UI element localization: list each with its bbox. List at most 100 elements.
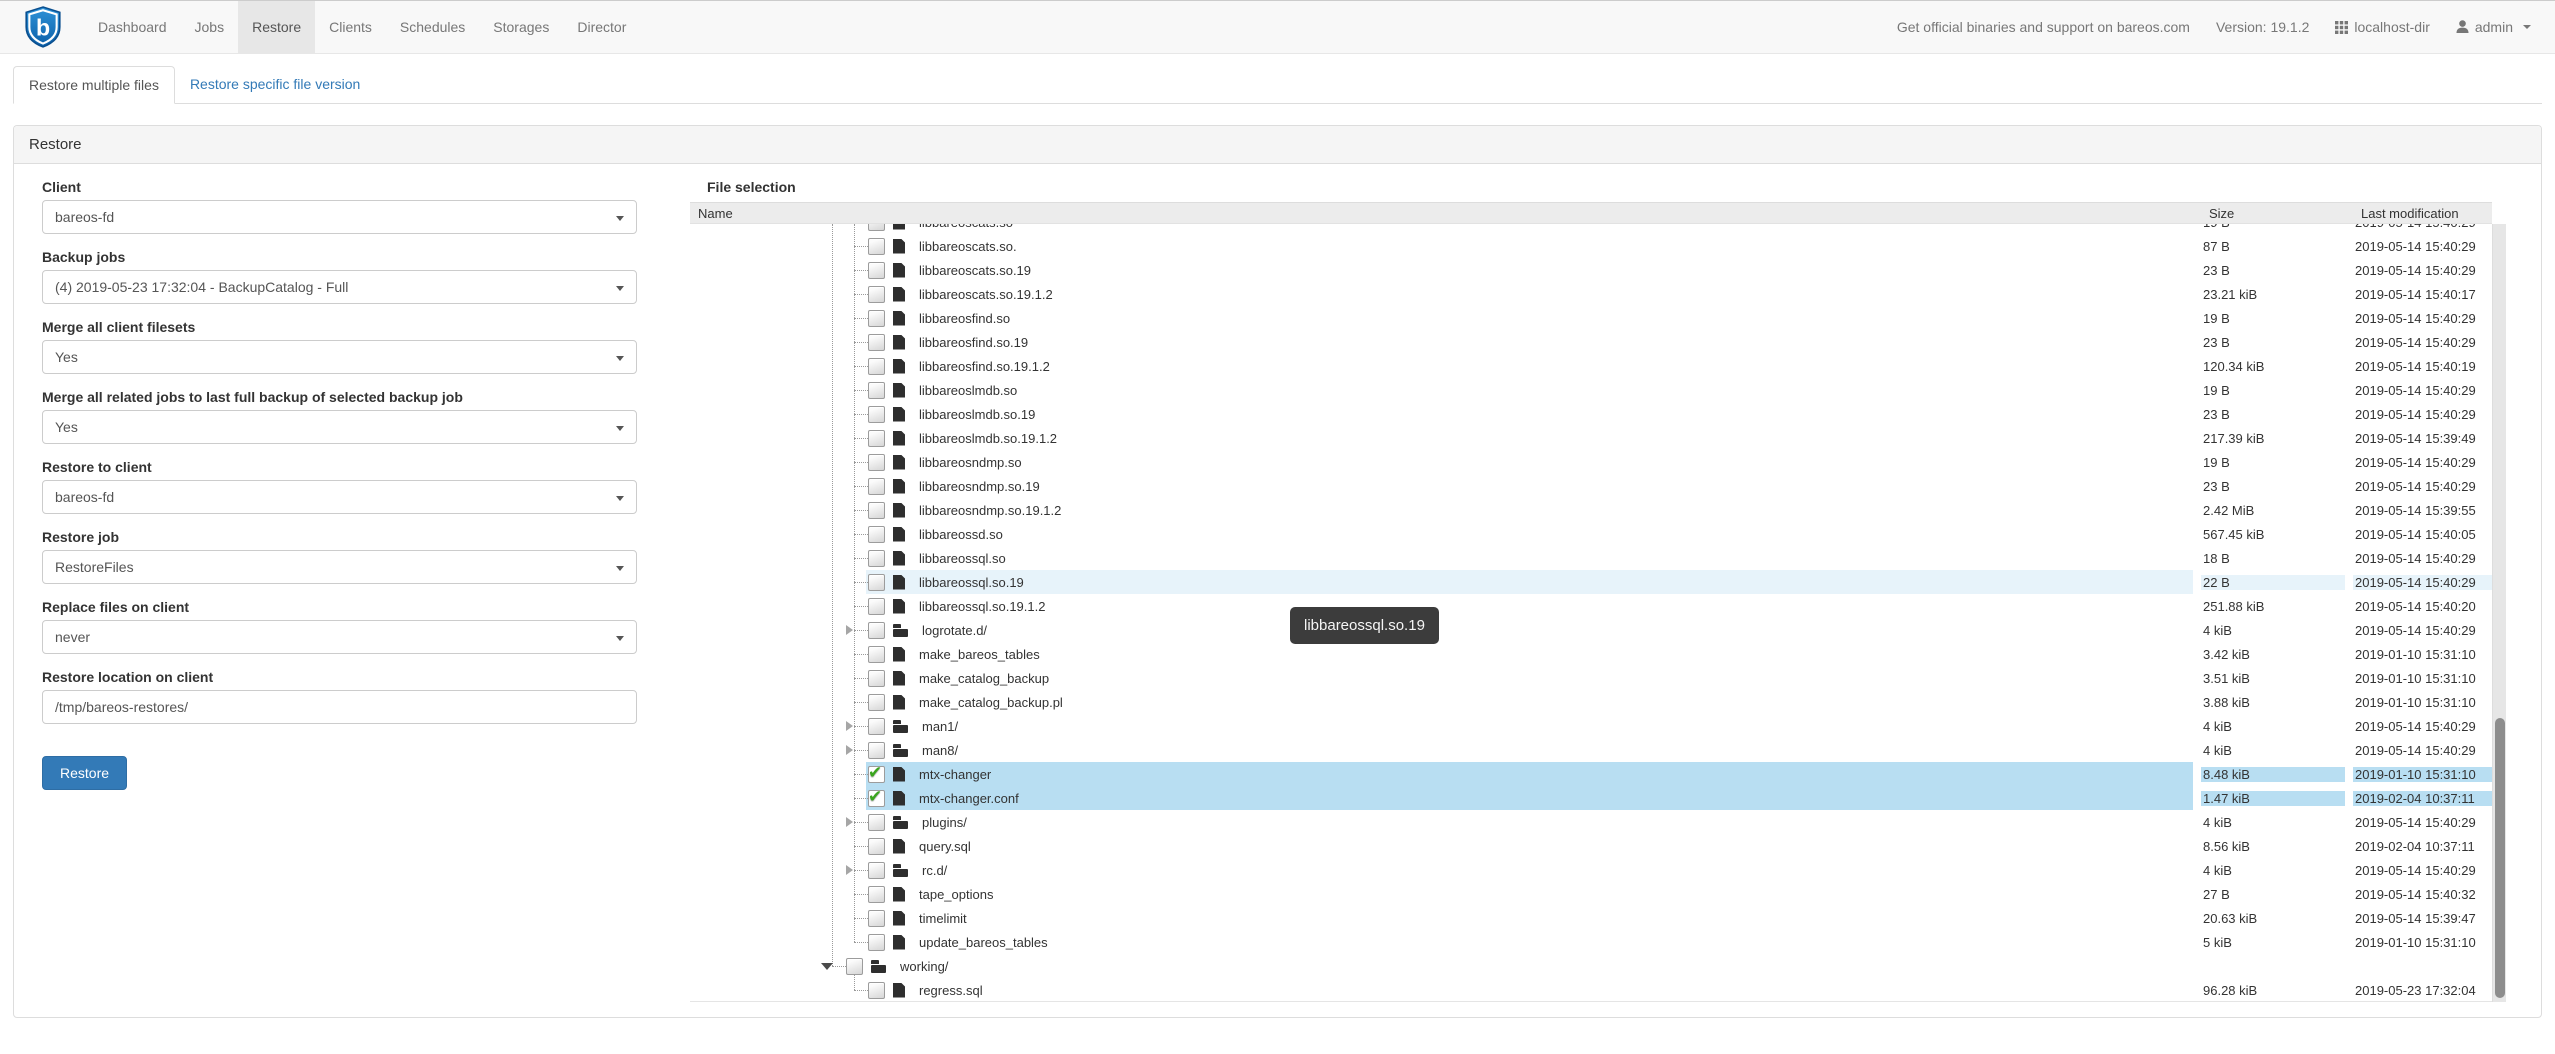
restore-button[interactable]: Restore	[42, 756, 127, 790]
table-row[interactable]: make_bareos_tables 3.42 kiB 2019-01-10 1…	[690, 642, 2492, 666]
file-name[interactable]: update_bareos_tables	[913, 935, 1054, 950]
file-name[interactable]: libbareoscats.so.19.1.2	[913, 287, 1059, 302]
row-checkbox[interactable]	[868, 334, 885, 351]
table-row[interactable]: tape_options 27 B 2019-05-14 15:40:32	[690, 882, 2492, 906]
row-checkbox[interactable]	[868, 766, 885, 783]
column-header-size[interactable]: Size	[2201, 203, 2345, 223]
row-checkbox[interactable]	[868, 814, 885, 831]
file-name[interactable]: libbareossql.so.19.1.2	[913, 599, 1051, 614]
expander-icon[interactable]	[846, 865, 853, 875]
table-row[interactable]: logrotate.d/ 4 kiB 2019-05-14 15:40:29	[690, 618, 2492, 642]
file-name[interactable]: make_catalog_backup	[913, 671, 1055, 686]
file-name[interactable]: working/	[894, 959, 954, 974]
file-name[interactable]: libbareossql.so	[913, 551, 1012, 566]
row-checkbox[interactable]	[868, 454, 885, 471]
tab-restore-multiple-files[interactable]: Restore multiple files	[13, 66, 175, 104]
row-checkbox[interactable]	[868, 238, 885, 255]
row-checkbox[interactable]	[868, 286, 885, 303]
row-checkbox[interactable]	[868, 862, 885, 879]
tab-restore-specific-file-version[interactable]: Restore specific file version	[175, 66, 375, 103]
scrollbar-thumb[interactable]	[2495, 718, 2505, 998]
row-checkbox[interactable]	[868, 742, 885, 759]
file-name[interactable]: libbareoslmdb.so	[913, 383, 1023, 398]
file-name[interactable]: libbareosfind.so.19.1.2	[913, 359, 1056, 374]
expander-icon[interactable]	[846, 817, 853, 827]
file-name[interactable]: plugins/	[916, 815, 973, 830]
row-checkbox[interactable]	[868, 502, 885, 519]
form-control[interactable]: /tmp/bareos-restores/	[42, 690, 637, 724]
table-row[interactable]: libbareoscats.so.19.1.2 23.21 kiB 2019-0…	[690, 282, 2492, 306]
row-checkbox[interactable]	[868, 430, 885, 447]
nav-item[interactable]: Clients	[315, 1, 386, 53]
file-name[interactable]: logrotate.d/	[916, 623, 993, 638]
table-row[interactable]: libbareossd.so 567.45 kiB 2019-05-14 15:…	[690, 522, 2492, 546]
nav-item[interactable]: Schedules	[386, 1, 479, 53]
file-name[interactable]: make_catalog_backup.pl	[913, 695, 1069, 710]
file-name[interactable]: libbareoslmdb.so.19	[913, 407, 1041, 422]
table-row[interactable]: man8/ 4 kiB 2019-05-14 15:40:29	[690, 738, 2492, 762]
table-row[interactable]: libbareosndmp.so.19.1.2 2.42 MiB 2019-05…	[690, 498, 2492, 522]
row-checkbox[interactable]	[868, 358, 885, 375]
row-checkbox[interactable]	[868, 886, 885, 903]
row-checkbox[interactable]	[868, 646, 885, 663]
row-checkbox[interactable]	[868, 550, 885, 567]
row-checkbox[interactable]	[868, 526, 885, 543]
table-row[interactable]: libbareoscats.so.19 23 B 2019-05-14 15:4…	[690, 258, 2492, 282]
nav-item[interactable]: Dashboard	[84, 1, 181, 53]
table-row[interactable]: libbareossql.so 18 B 2019-05-14 15:40:29	[690, 546, 2492, 570]
row-checkbox[interactable]	[868, 934, 885, 951]
table-row[interactable]: regress.sql 96.28 kiB 2019-05-23 17:32:0…	[690, 978, 2492, 1002]
table-row[interactable]: update_bareos_tables 5 kiB 2019-01-10 15…	[690, 930, 2492, 954]
table-row[interactable]: libbareosfind.so.19 23 B 2019-05-14 15:4…	[690, 330, 2492, 354]
nav-item[interactable]: Restore	[238, 1, 315, 53]
file-name[interactable]: regress.sql	[913, 983, 989, 998]
file-name[interactable]: libbareosfind.so.19	[913, 335, 1034, 350]
table-row[interactable]: libbareoscats.so. 87 B 2019-05-14 15:40:…	[690, 234, 2492, 258]
director-menu[interactable]: localhost-dir	[2335, 19, 2429, 35]
row-checkbox[interactable]	[868, 310, 885, 327]
file-name[interactable]: mtx-changer	[913, 767, 997, 782]
form-control[interactable]: bareos-fd	[42, 200, 637, 234]
nav-item[interactable]: Storages	[479, 1, 563, 53]
table-row[interactable]: libbareossql.so.19 22 B 2019-05-14 15:40…	[690, 570, 2492, 594]
table-row[interactable]: libbareosndmp.so.19 23 B 2019-05-14 15:4…	[690, 474, 2492, 498]
vertical-scrollbar[interactable]	[2492, 224, 2506, 1002]
form-control[interactable]: (4) 2019-05-23 17:32:04 - BackupCatalog …	[42, 270, 637, 304]
table-row[interactable]: mtx-changer 8.48 kiB 2019-01-10 15:31:10	[690, 762, 2492, 786]
table-row[interactable]: libbareoslmdb.so.19 23 B 2019-05-14 15:4…	[690, 402, 2492, 426]
file-name[interactable]: libbareosndmp.so.19	[913, 479, 1046, 494]
file-name[interactable]: query.sql	[913, 839, 977, 854]
table-row[interactable]: mtx-changer.conf 1.47 kiB 2019-02-04 10:…	[690, 786, 2492, 810]
file-name[interactable]: timelimit	[913, 911, 973, 926]
expander-icon[interactable]	[846, 745, 853, 755]
file-name[interactable]: man8/	[916, 743, 964, 758]
support-link[interactable]: Get official binaries and support on bar…	[1897, 19, 2190, 35]
form-control[interactable]: never	[42, 620, 637, 654]
row-checkbox[interactable]	[868, 478, 885, 495]
table-row[interactable]: libbareosfind.so.19.1.2 120.34 kiB 2019-…	[690, 354, 2492, 378]
row-checkbox[interactable]	[868, 910, 885, 927]
row-checkbox[interactable]	[846, 958, 863, 975]
column-header-last-modification[interactable]: Last modification	[2353, 203, 2492, 223]
form-control[interactable]: RestoreFiles	[42, 550, 637, 584]
row-checkbox[interactable]	[868, 838, 885, 855]
file-name[interactable]: libbareoslmdb.so.19.1.2	[913, 431, 1063, 446]
table-row[interactable]: query.sql 8.56 kiB 2019-02-04 10:37:11	[690, 834, 2492, 858]
table-row[interactable]: libbareosfind.so 19 B 2019-05-14 15:40:2…	[690, 306, 2492, 330]
row-checkbox[interactable]	[868, 790, 885, 807]
row-checkbox[interactable]	[868, 598, 885, 615]
row-checkbox[interactable]	[868, 224, 885, 231]
table-row[interactable]: make_catalog_backup.pl 3.88 kiB 2019-01-…	[690, 690, 2492, 714]
file-name[interactable]: libbareosfind.so	[913, 311, 1016, 326]
table-row[interactable]: working/	[690, 954, 2492, 978]
table-row[interactable]: plugins/ 4 kiB 2019-05-14 15:40:29	[690, 810, 2492, 834]
file-name[interactable]: mtx-changer.conf	[913, 791, 1025, 806]
form-control[interactable]: Yes	[42, 340, 637, 374]
table-row[interactable]: libbareossql.so.19.1.2 251.88 kiB 2019-0…	[690, 594, 2492, 618]
user-menu[interactable]: admin	[2456, 19, 2531, 35]
expander-icon[interactable]	[846, 721, 853, 731]
form-control[interactable]: bareos-fd	[42, 480, 637, 514]
row-checkbox[interactable]	[868, 670, 885, 687]
file-name[interactable]: rc.d/	[916, 863, 953, 878]
row-checkbox[interactable]	[868, 694, 885, 711]
